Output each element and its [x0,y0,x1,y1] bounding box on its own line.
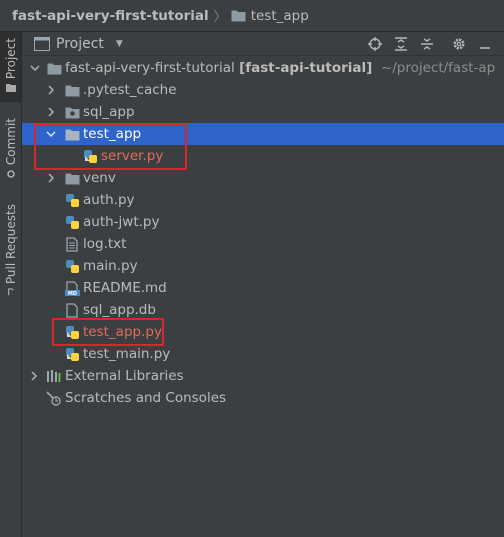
tree-row-venv[interactable]: venv [22,167,504,189]
root-name: fast-api-very-first-tutorial [65,60,235,76]
tree-row-test-main-py[interactable]: test_main.py [22,343,504,365]
folder-icon [64,126,80,142]
tree-row-auth-jwt-py[interactable]: auth-jwt.py [22,211,504,233]
chevron-right-icon[interactable] [45,84,57,96]
file-icon [64,302,80,318]
tree-item-label: log.txt [83,236,127,252]
tree-item-label: .pytest_cache [83,82,177,98]
folder-icon [64,170,80,186]
caret-down-icon: ▼ [115,38,123,49]
tree-item-label: sql_app [83,104,135,120]
tree-item-label: main.py [83,258,138,274]
folder-icon [46,60,62,76]
collapse-all-icon[interactable] [414,32,440,56]
chevron-right-icon[interactable] [45,172,57,184]
folder-icon [231,9,246,22]
python-file-icon [64,324,80,340]
library-icon [45,368,61,384]
chevron-right-icon[interactable] [28,370,40,382]
breadcrumb: fast-api-very-first-tutorial 〉 test_app [0,0,504,32]
breadcrumb-current[interactable]: test_app [251,8,309,24]
stripe-button-commit[interactable]: Commit [0,114,21,184]
project-folder-icon [5,84,16,93]
pull-request-icon [7,288,14,296]
stripe-label-pull-requests: Pull Requests [3,204,18,285]
tree-row-pytest-cache[interactable]: .pytest_cache [22,79,504,101]
chevron-right-icon[interactable] [45,106,57,118]
python-file-icon [64,214,80,230]
tree-row-external-libraries[interactable]: External Libraries [22,365,504,387]
root-label: fast-api-very-first-tutorial [fast-api-t… [65,60,495,76]
tree-item-label: venv [83,170,116,186]
stripe-button-project[interactable]: Project [0,32,21,102]
python-file-icon [82,148,98,164]
tree-row-test-app[interactable]: test_app [22,123,504,145]
text-file-icon [64,236,80,252]
locate-icon[interactable] [362,32,388,56]
package-folder-icon [64,104,80,120]
tree-row-scratches[interactable]: Scratches and Consoles [22,387,504,409]
tree-item-label: sql_app.db [83,302,156,318]
stripe-label-project: Project [3,38,18,80]
tree-item-label: test_main.py [83,346,171,362]
python-file-icon [64,346,80,362]
root-path: ~/project/fast-ap [377,60,496,76]
python-file-icon [64,192,80,208]
root-path-text: ~/project/fast-ap [380,60,496,76]
svg-text:MD: MD [67,291,76,296]
tree-item-label: README.md [83,280,167,296]
tree-item-label: External Libraries [65,368,184,384]
tree-row-readme-md[interactable]: MD README.md [22,277,504,299]
tree-item-label: test_app [83,126,142,142]
stripe-button-pull-requests[interactable]: Pull Requests [0,200,21,300]
tree-item-label: Scratches and Consoles [65,390,227,406]
tree-item-label: auth.py [83,192,135,208]
project-icon [34,36,50,51]
tree-item-label: auth-jwt.py [83,214,160,230]
expand-all-icon[interactable] [388,32,414,56]
tree-row-server-py[interactable]: server.py [22,145,504,167]
tree-row-sql-app-db[interactable]: sql_app.db [22,299,504,321]
tree-row-root[interactable]: fast-api-very-first-tutorial [fast-api-t… [22,57,504,79]
stripe-label-commit: Commit [3,118,18,166]
tree-item-label: server.py [101,148,164,164]
scratches-icon [45,390,61,406]
chevron-down-icon[interactable] [45,128,57,140]
project-toolwindow-header: Project ▼ [22,32,504,56]
gear-icon[interactable] [446,32,472,56]
tree-row-main-py[interactable]: main.py [22,255,504,277]
tool-window-stripe: Project Commit Pull Requests [0,32,22,537]
commit-icon [6,170,15,178]
tree-row-sql-app[interactable]: sql_app [22,101,504,123]
tree-row-test-app-py[interactable]: test_app.py [22,321,504,343]
breadcrumb-separator-icon: 〉 [213,10,227,25]
minimize-icon[interactable] [472,32,498,56]
root-module: [fast-api-tutorial] [239,60,373,76]
tree-item-label: test_app.py [83,324,162,340]
project-view-selector[interactable]: Project ▼ [34,36,123,52]
tree-row-auth-py[interactable]: auth.py [22,189,504,211]
breadcrumb-root[interactable]: fast-api-very-first-tutorial [12,8,209,24]
project-view-title: Project [56,35,104,52]
tree-row-log-txt[interactable]: log.txt [22,233,504,255]
python-file-icon [64,258,80,274]
chevron-down-icon[interactable] [29,62,41,74]
folder-icon [64,82,80,98]
markdown-file-icon: MD [64,280,80,296]
project-tree: fast-api-very-first-tutorial [fast-api-t… [22,56,504,537]
